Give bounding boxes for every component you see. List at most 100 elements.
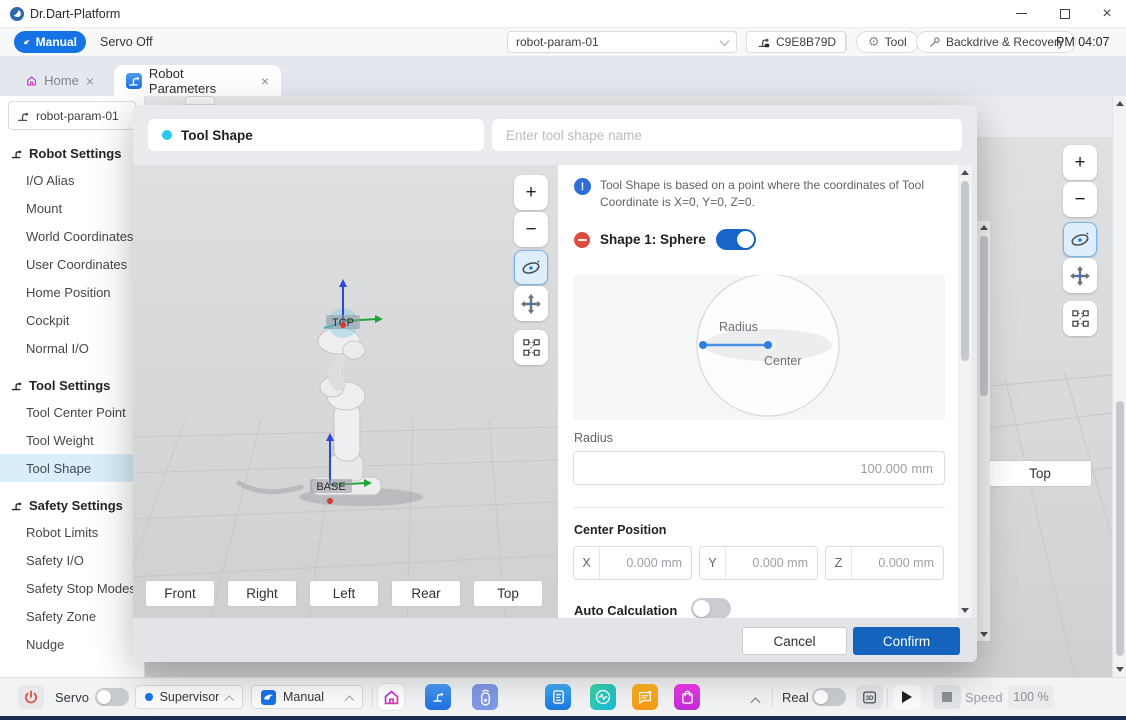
view-right-button[interactable]: Right (227, 580, 297, 607)
power-button[interactable] (18, 685, 44, 709)
app-messages[interactable] (632, 684, 658, 710)
sidebar-item-tool-center-point[interactable]: Tool Center Point (0, 398, 144, 426)
speed-value[interactable]: 100 % (1008, 685, 1054, 709)
sphere-diagram: Radius Center (573, 275, 945, 420)
3d-view-icon: 3D (862, 690, 878, 705)
robot-scene: TCP BASE (133, 165, 558, 618)
shape-settings-panel: ! Tool Shape is based on a point where t… (558, 165, 958, 618)
real-mode-toggle[interactable] (812, 688, 846, 706)
mode-select[interactable]: Manual (251, 685, 363, 709)
sidebar-item-safety-zone[interactable]: Safety Zone (0, 602, 144, 630)
center-y-input[interactable]: Y 0.000 mm (699, 546, 818, 580)
parameter-select[interactable]: robot-param-01 (507, 31, 737, 53)
robot-icon (16, 109, 30, 123)
auto-calculation-label: Auto Calculation (574, 603, 677, 618)
background-scrollbar[interactable] (977, 221, 990, 641)
modal-zoom-in-button[interactable]: + (514, 175, 548, 210)
sidebar-item-cockpit[interactable]: Cockpit (0, 306, 144, 334)
window-title: Dr.Dart-Platform (30, 7, 120, 21)
device-id-box[interactable]: C9E8B79D (746, 31, 846, 53)
panel-scrollbar[interactable] (958, 165, 972, 618)
info-note: ! Tool Shape is based on a point where t… (574, 177, 934, 211)
sidebar-item-mount[interactable]: Mount (0, 194, 144, 222)
cancel-button[interactable]: Cancel (742, 627, 847, 655)
status-bar: Servo Supervisor Manual (0, 677, 1126, 716)
view-front-button[interactable]: Front (145, 580, 215, 607)
modal-pan-tool-button[interactable] (514, 286, 548, 321)
sidebar-item-robot-limits[interactable]: Robot Limits (0, 518, 144, 546)
home-icon (383, 689, 400, 706)
sidebar-item-tool-weight[interactable]: Tool Weight (0, 426, 144, 454)
role-status-dot (145, 693, 153, 701)
sidebar-item-tool-shape[interactable]: Tool Shape (0, 454, 144, 482)
info-icon: ! (574, 178, 591, 195)
content-area: meter settings. + − (0, 96, 1126, 677)
program-icon (551, 689, 566, 705)
tool-button[interactable]: ⚙ Tool (856, 31, 919, 53)
speed-label: Speed (965, 690, 1003, 705)
app-teach-pendant[interactable] (472, 684, 498, 710)
confirm-button[interactable]: Confirm (853, 627, 960, 655)
sidebar-item-io-alias[interactable]: I/O Alias (0, 166, 144, 194)
minimize-button[interactable] (1004, 0, 1038, 27)
page-scrollbar[interactable] (1112, 96, 1126, 677)
sidebar-section-tool-settings: Tool Settings (0, 372, 144, 398)
dr-dart-platform-window: Dr.Dart-Platform × Manual Servo Off robo… (0, 0, 1126, 720)
statusbar-separator (372, 688, 373, 707)
bg-pan-tool-button[interactable] (1063, 258, 1097, 293)
sidebar-item-home-position[interactable]: Home Position (0, 278, 144, 306)
app-store[interactable] (674, 684, 700, 710)
home-icon (26, 74, 37, 88)
bg-orbit-tool-button[interactable] (1063, 222, 1097, 257)
sidebar-item-normal-io[interactable]: Normal I/O (0, 334, 144, 362)
sidebar-item-world-coordinates[interactable]: World Coordinates (0, 222, 144, 250)
tab-robot-parameters[interactable]: Robot Parameters × (114, 65, 281, 96)
view-left-button[interactable]: Left (309, 580, 379, 607)
mode-manual-button[interactable]: Manual (14, 31, 86, 53)
sidebar-param-header[interactable]: robot-param-01 (8, 101, 136, 130)
radius-input[interactable]: 100.000 mm (573, 451, 945, 485)
servo-toggle[interactable] (95, 688, 129, 706)
modal-orbit-tool-button[interactable] (514, 250, 548, 285)
app-home[interactable] (378, 684, 404, 710)
tool-shape-name-input[interactable] (492, 119, 962, 151)
shape-1-header: Shape 1: Sphere (574, 229, 756, 250)
robot-icon (10, 147, 23, 160)
titlebar: Dr.Dart-Platform × (0, 0, 1126, 28)
play-button[interactable] (893, 685, 921, 709)
robot-icon (10, 379, 23, 392)
view-top-button[interactable]: Top (473, 580, 543, 607)
role-select[interactable]: Supervisor (135, 685, 243, 709)
app-monitoring[interactable] (590, 684, 616, 710)
maximize-button[interactable] (1048, 0, 1082, 27)
close-button[interactable]: × (1090, 0, 1124, 27)
sidebar-item-safety-io[interactable]: Safety I/O (0, 546, 144, 574)
simulator-3d-button[interactable]: 3D (856, 685, 883, 709)
sidebar-item-nudge[interactable]: Nudge (0, 630, 144, 658)
app-robot-parameters[interactable] (425, 684, 451, 710)
bg-zoom-out-button[interactable]: − (1063, 182, 1097, 217)
modal-zoom-out-button[interactable]: − (514, 212, 548, 247)
sidebar-item-user-coordinates[interactable]: User Coordinates (0, 250, 144, 278)
orbit-icon (520, 258, 542, 278)
view-rear-button[interactable]: Rear (391, 580, 461, 607)
center-x-input[interactable]: X 0.000 mm (573, 546, 692, 580)
shape-1-toggle[interactable] (716, 229, 756, 250)
tab-close-icon[interactable]: × (261, 73, 269, 89)
dock-collapse-icon[interactable] (751, 697, 761, 707)
divider (573, 507, 945, 508)
bg-view-top-button[interactable]: Top (988, 460, 1092, 487)
app-program[interactable] (545, 684, 571, 710)
modal-measure-tool-button[interactable] (514, 330, 548, 365)
tab-home[interactable]: Home × (14, 65, 106, 96)
auto-calculation-toggle[interactable] (691, 598, 731, 618)
modal-3d-viewport[interactable]: TCP BASE + − (133, 165, 558, 618)
bg-measure-tool-button[interactable] (1063, 301, 1097, 336)
tab-close-icon[interactable]: × (86, 73, 94, 89)
stop-button[interactable] (933, 685, 961, 709)
remove-shape-icon[interactable] (574, 232, 590, 248)
backdrive-recovery-button[interactable]: Backdrive & Recovery (916, 31, 1076, 53)
sidebar-item-safety-stop-modes[interactable]: Safety Stop Modes (0, 574, 144, 602)
center-z-input[interactable]: Z 0.000 mm (825, 546, 944, 580)
bg-zoom-in-button[interactable]: + (1063, 145, 1097, 180)
